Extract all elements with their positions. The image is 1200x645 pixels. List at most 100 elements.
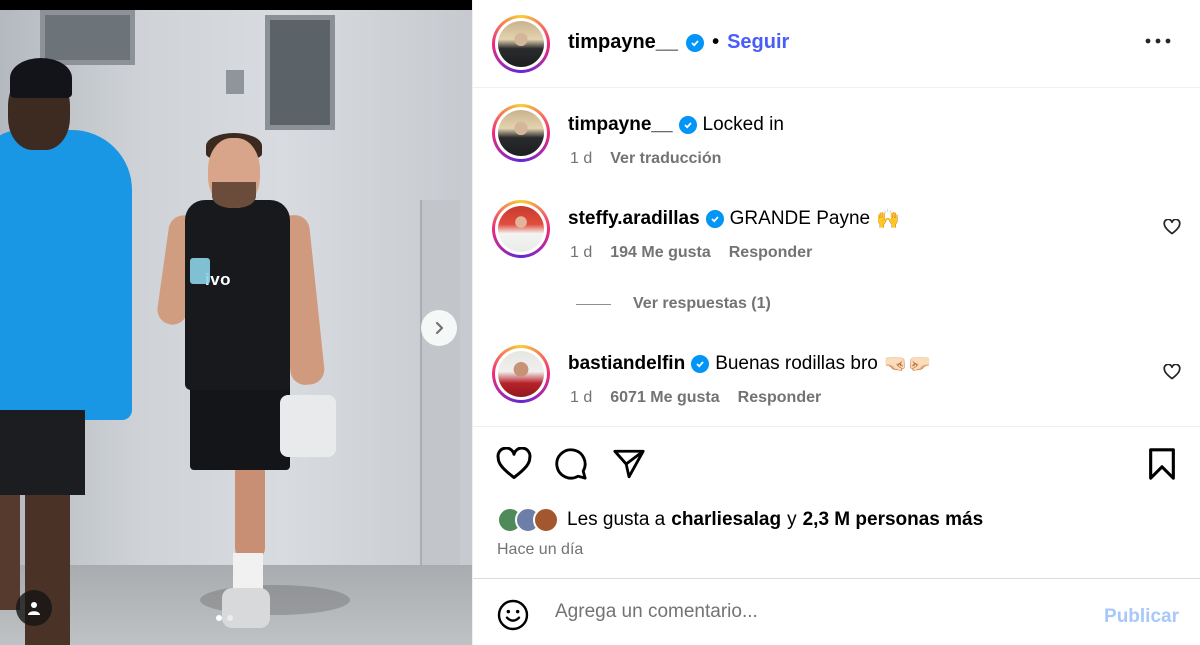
- comment-input[interactable]: [555, 596, 1075, 628]
- separator-dot: •: [712, 31, 720, 53]
- post-side-panel: timpayne__ • Seguir timpayne__ Locked in…: [472, 0, 1200, 645]
- heart-icon: [1163, 218, 1181, 235]
- comments-section: timpayne__ Locked in 1 d Ver traducción: [473, 88, 1200, 426]
- carousel-next-button[interactable]: [421, 310, 457, 346]
- likes-summary: Les gusta a charliesalag y 2,3 M persona…: [497, 507, 983, 533]
- photo-man-shorts: [190, 380, 290, 470]
- avatar-image: [498, 351, 544, 397]
- comment-age: 1 d: [570, 389, 593, 406]
- comment-likes-count[interactable]: 194 Me gusta: [610, 244, 710, 262]
- photo-person-left-shorts: [0, 410, 85, 495]
- comment-item: steffy.aradillas GRANDE Payne 🙌 1 d 194 …: [473, 188, 1200, 288]
- comment-body: GRANDE Payne: [729, 208, 871, 229]
- likes-prefix: Les gusta a: [567, 509, 666, 530]
- author-username[interactable]: timpayne__: [568, 31, 678, 54]
- avatar-image: [498, 110, 544, 156]
- likes-others-count[interactable]: 2,3 M personas más: [803, 509, 984, 531]
- comment-like-button[interactable]: [1163, 218, 1181, 240]
- verified-badge-icon: [686, 33, 705, 52]
- view-replies-label: Ver respuestas (1): [633, 295, 771, 312]
- photo-cup: [190, 258, 210, 284]
- photo-man-shirt: ivo: [185, 200, 290, 390]
- photo-man-beard: [212, 182, 256, 208]
- photo-man-sock: [233, 553, 263, 593]
- smiley-face-icon: [497, 599, 529, 631]
- send-paper-plane-icon: [613, 449, 645, 479]
- raising-hands-emoji: 🙌: [876, 209, 900, 230]
- post-date[interactable]: Hace un día: [497, 541, 583, 559]
- heart-icon: [496, 446, 532, 479]
- comment-bubble-icon: [555, 448, 587, 480]
- instagram-post: ivo timpayne__ • Seguir timpayne__ Locke…: [0, 0, 1200, 645]
- user-icon: [28, 602, 40, 615]
- caption-text: timpayne__ Locked in: [568, 114, 784, 136]
- caption-age: 1 d: [570, 150, 593, 167]
- tagged-users-button[interactable]: [16, 590, 52, 626]
- caption-username[interactable]: timpayne__: [568, 114, 673, 136]
- more-options-button[interactable]: [1145, 32, 1171, 50]
- fist-bump-emoji: 🤜🏻🤛🏻: [883, 354, 932, 375]
- comment-avatar[interactable]: [492, 345, 550, 403]
- comment-like-button[interactable]: [1163, 363, 1181, 385]
- bookmark-icon: [1149, 448, 1175, 480]
- caption-body: Locked in: [702, 114, 784, 135]
- verified-badge-icon: [678, 116, 697, 134]
- comment-text: steffy.aradillas GRANDE Payne 🙌: [568, 207, 900, 231]
- media-top-bar: [0, 0, 472, 10]
- post-header: timpayne__ • Seguir: [473, 0, 1200, 88]
- liker-avatars: [497, 507, 559, 533]
- liker-username[interactable]: charliesalag: [671, 509, 781, 531]
- verified-badge-icon: [705, 210, 724, 228]
- emoji-picker-button[interactable]: [497, 599, 529, 636]
- photo-wall-box: [226, 70, 244, 94]
- comment-body: Buenas rodillas bro: [715, 353, 878, 374]
- liker-avatar: [533, 507, 559, 533]
- author-avatar[interactable]: [492, 15, 550, 73]
- comment-item: bastiandelfin Buenas rodillas bro 🤜🏻🤛🏻 1…: [473, 333, 1200, 433]
- publish-button[interactable]: Publicar: [1104, 606, 1179, 628]
- reply-button[interactable]: Responder: [738, 389, 822, 407]
- photo-boots-in-hand: [280, 395, 336, 457]
- caption-avatar[interactable]: [492, 104, 550, 162]
- author-info: timpayne__ • Seguir: [568, 31, 789, 54]
- avatar-image: [498, 21, 544, 67]
- save-button[interactable]: [1147, 447, 1177, 486]
- carousel-dot: [227, 615, 233, 621]
- comment-button[interactable]: [554, 447, 588, 486]
- heart-icon: [1163, 363, 1181, 380]
- carousel-dots: [216, 615, 233, 621]
- view-replies-button[interactable]: Ver respuestas (1): [576, 295, 771, 313]
- comment-likes-count[interactable]: 6071 Me gusta: [610, 389, 719, 407]
- carousel-dot-active: [216, 615, 222, 621]
- verified-badge-icon: [691, 355, 710, 373]
- post-actions: Les gusta a charliesalag y 2,3 M persona…: [473, 426, 1200, 578]
- likes-connector: y: [787, 509, 797, 530]
- photo-person-left-leg: [0, 490, 20, 610]
- post-media: ivo: [0, 0, 472, 645]
- comment-meta: 1 d 6071 Me gusta Responder: [570, 389, 821, 407]
- comment-meta: 1 d 194 Me gusta Responder: [570, 244, 812, 262]
- photo-person-left-cap: [10, 58, 72, 98]
- see-translation-button[interactable]: Ver traducción: [610, 150, 721, 168]
- comment-username[interactable]: steffy.aradillas: [568, 208, 700, 230]
- photo-window: [265, 15, 335, 130]
- photo-window: [40, 10, 135, 65]
- comment-username[interactable]: bastiandelfin: [568, 353, 685, 375]
- avatar-image: [498, 206, 544, 252]
- caption-meta: 1 d Ver traducción: [570, 150, 721, 168]
- comment-age: 1 d: [570, 244, 593, 261]
- like-button[interactable]: [496, 446, 532, 486]
- reply-button[interactable]: Responder: [729, 244, 813, 262]
- comment-avatar[interactable]: [492, 200, 550, 258]
- add-comment-bar: Publicar: [473, 578, 1200, 645]
- share-button[interactable]: [612, 447, 646, 486]
- replies-divider: [576, 303, 611, 305]
- photo-man-shoe: [222, 588, 270, 628]
- more-horizontal-icon: [1145, 38, 1171, 44]
- chevron-right-icon: [435, 321, 444, 335]
- follow-button[interactable]: Seguir: [727, 31, 789, 54]
- photo-door: [420, 200, 460, 570]
- comment-text: bastiandelfin Buenas rodillas bro 🤜🏻🤛🏻: [568, 352, 931, 376]
- photo-person-left-shirt: [0, 130, 132, 420]
- photo-man-leg: [235, 460, 265, 560]
